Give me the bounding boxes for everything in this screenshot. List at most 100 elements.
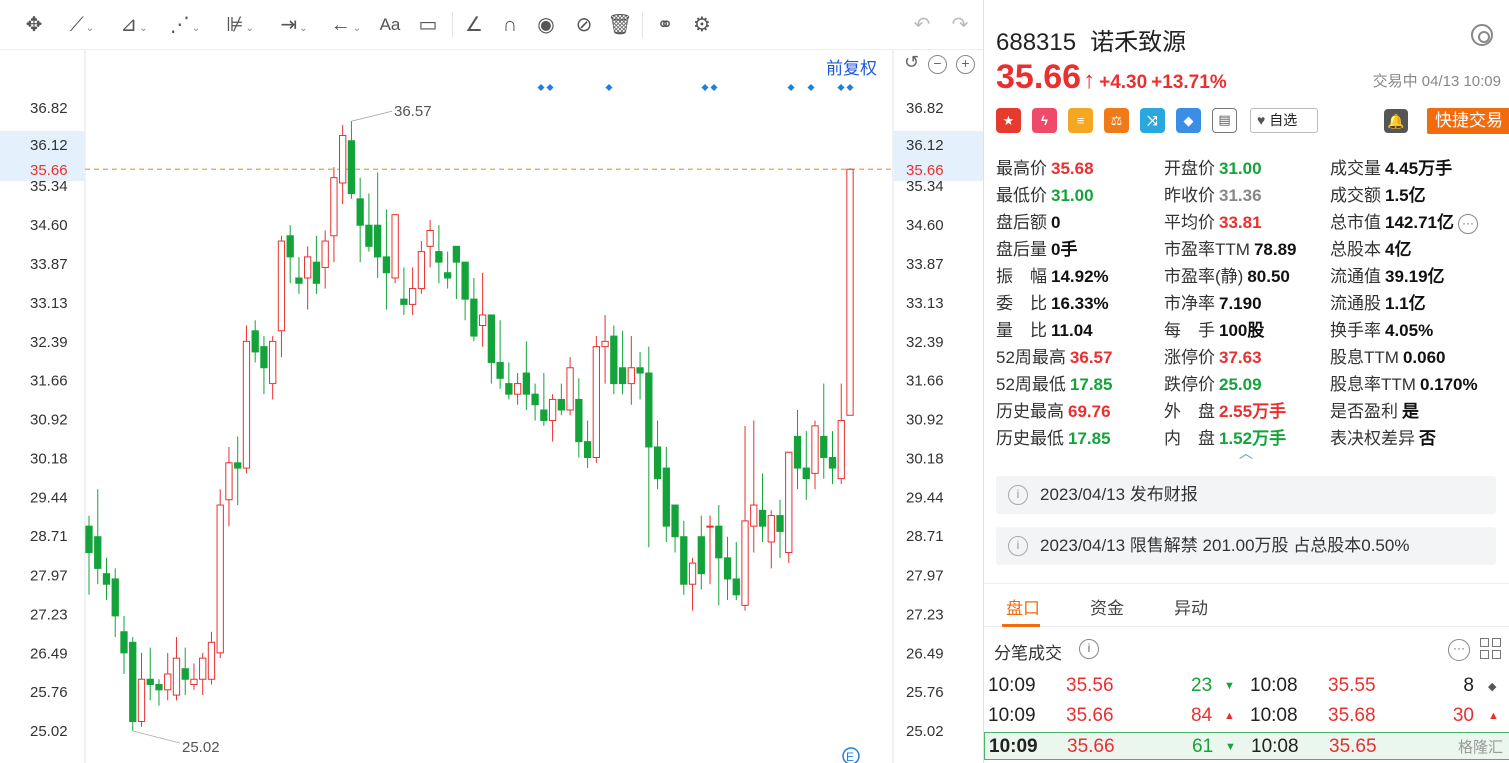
quick-trade-button[interactable]: 快捷交易 <box>1427 108 1509 134</box>
stat-label: 市盈率TTM <box>1164 240 1250 259</box>
polyline-tool-icon[interactable]: ⊿ ⌄ <box>112 12 156 38</box>
stat-value: 0.060 <box>1402 348 1446 367</box>
balance-icon[interactable]: ⚖ <box>1104 108 1129 133</box>
ruler-icon[interactable]: ∠ <box>460 12 488 38</box>
line-tool-icon[interactable]: ⟋ ⌄ <box>60 12 104 38</box>
y-tick-label-left: 27.97 <box>30 567 68 584</box>
stat-label: 盘后量 <box>996 240 1047 259</box>
candle-body <box>137 678 146 722</box>
tick-cell: 8 <box>1463 675 1474 696</box>
stat-label: 成交量 <box>1330 159 1381 178</box>
candle-body <box>129 641 137 722</box>
measure-tool-icon[interactable]: ⇥ ⌄ <box>272 12 316 38</box>
eye-icon[interactable]: ◉ <box>532 12 560 38</box>
stat-label: 振 幅 <box>996 267 1047 286</box>
stat-value: 7.190 <box>1219 294 1262 313</box>
candle-body <box>382 256 391 274</box>
y-tick-label-left: 36.82 <box>30 100 68 117</box>
tick-cell: 23 <box>1191 675 1213 696</box>
candle-body <box>548 398 557 422</box>
more-icon[interactable]: ··· <box>1458 213 1478 234</box>
settings-icon[interactable]: ⚙ <box>688 12 716 38</box>
stat-label: 平均价 <box>1164 213 1215 232</box>
stat-label: 盘后额 <box>996 213 1047 232</box>
move-icon[interactable]: ✥ <box>20 12 48 38</box>
event-marker-icon <box>787 84 795 91</box>
stat-value: 31.36 <box>1219 186 1262 205</box>
stat-label: 历史最高 <box>996 402 1064 421</box>
stat-value: 36.57 <box>1069 348 1113 367</box>
arrow-tool-icon[interactable]: ← ⌄ <box>326 12 366 38</box>
tick-cell: 10:08 <box>1250 705 1298 726</box>
link-icon[interactable]: ⚭ <box>650 12 680 38</box>
coins-icon[interactable]: ≡ <box>1068 108 1093 133</box>
panel-settings-icon[interactable] <box>1471 24 1493 46</box>
fib-tool-icon[interactable]: ⊯ ⌄ <box>218 12 262 38</box>
stat-value: 142.71亿 <box>1385 213 1454 232</box>
shuffle-icon[interactable]: ⤨ <box>1140 108 1165 133</box>
stat-label: 历史最低 <box>996 429 1064 448</box>
undo-icon[interactable]: ↶ <box>908 12 936 38</box>
notice-earnings[interactable]: i 2023/04/13 发布财报 <box>996 476 1496 514</box>
tab-orderbook[interactable]: 盘口 <box>1006 594 1040 619</box>
stat-value: 100股 <box>1219 321 1265 340</box>
candle-body <box>487 314 496 363</box>
document-icon[interactable]: ▤ <box>1212 108 1237 133</box>
y-tick-label-right: 34.60 <box>906 217 944 234</box>
candle-body <box>330 177 338 237</box>
candle-body <box>120 631 128 654</box>
tick-cell: 10:09 <box>988 705 1036 726</box>
collapse-icon[interactable]: ︿ <box>1239 443 1253 463</box>
y-tick-label-right: 33.87 <box>906 256 944 273</box>
candle-body <box>374 224 382 258</box>
candle-body <box>312 261 321 284</box>
hide-icon[interactable]: ⊘ <box>570 12 598 38</box>
grid-view-icon[interactable] <box>1480 638 1502 660</box>
comment-tool-icon[interactable]: ▭ <box>414 12 442 38</box>
stat-label: 内 盘 <box>1164 429 1215 448</box>
stat-value: 1.1亿 <box>1385 294 1426 313</box>
candlestick-chart[interactable]: 36.82 36.82 36.12 36.12 35.34 35.34 34.60 34.60… <box>0 50 983 763</box>
price-line: 35.66↑ +4.30 +13.71% <box>996 58 1227 97</box>
direction-icon: ▲ <box>1488 710 1499 722</box>
y-tick-label-left: 28.71 <box>30 528 68 545</box>
candle-body <box>260 346 268 369</box>
wave-tool-icon[interactable]: ⋰ ⌄ <box>162 12 208 38</box>
redo-icon[interactable]: ↷ <box>946 12 974 38</box>
tick-cell: 61 <box>1192 736 1214 757</box>
text-tool-icon[interactable]: Aa <box>376 12 404 38</box>
stat-item: 成交量 4.45万手 <box>1330 154 1452 179</box>
tab-capital[interactable]: 资金 <box>1090 594 1124 619</box>
notice-text: 2023/04/13 发布财报 <box>1040 485 1198 504</box>
candle-body <box>225 462 233 501</box>
stat-label: 股息率TTM <box>1330 375 1416 394</box>
china-flag-icon[interactable]: ★ <box>996 108 1021 133</box>
current-price-label-left: 35.66 <box>30 162 68 179</box>
info-icon[interactable]: i <box>1079 639 1099 659</box>
stat-value: 35.68 <box>1051 159 1094 178</box>
chart-pane: ✥ ⟋ ⌄ ⊿ ⌄ ⋰ ⌄ ⊯ ⌄ ⇥ ⌄ ← ⌄ Aa ▭ ∠ ∩ ◉ ⊘ 🗑 ⚭ ⚙ ↶… <box>0 0 983 763</box>
stat-item: 最高价 35.68 <box>996 154 1094 179</box>
stat-value: 80.50 <box>1247 267 1290 286</box>
y-tick-label-left: 30.92 <box>30 412 68 429</box>
lightning-icon[interactable]: ϟ <box>1032 108 1057 133</box>
candle-body <box>540 409 548 422</box>
tick-row: 10:09 35.56 23 ▼ 10:08 35.55 8 ◆ <box>984 672 1509 700</box>
bell-icon[interactable]: 🔔 <box>1384 109 1408 133</box>
y-tick-label-right: 36.12 <box>906 137 944 154</box>
magnet-icon[interactable]: ∩ <box>496 12 524 38</box>
stat-value: 1.5亿 <box>1385 186 1426 205</box>
stat-item: 最低价 31.00 <box>996 181 1094 206</box>
candle-body <box>706 525 714 528</box>
toolbar-divider <box>452 12 453 38</box>
event-marker-icon <box>537 84 545 91</box>
tag-icon[interactable]: ◆ <box>1176 108 1201 133</box>
tab-anomaly[interactable]: 异动 <box>1174 594 1208 619</box>
trash-icon[interactable]: 🗑 <box>606 12 634 38</box>
add-watchlist-button[interactable]: ♥ 自选 <box>1250 108 1318 133</box>
more-icon[interactable]: ··· <box>1448 639 1470 661</box>
candle-body <box>653 446 662 480</box>
notice-unlock[interactable]: i 2023/04/13 限售解禁 201.00万股 占总股本0.50% <box>996 527 1496 565</box>
candle-body <box>715 525 723 559</box>
tick-cell: 10:08 <box>1250 675 1298 696</box>
